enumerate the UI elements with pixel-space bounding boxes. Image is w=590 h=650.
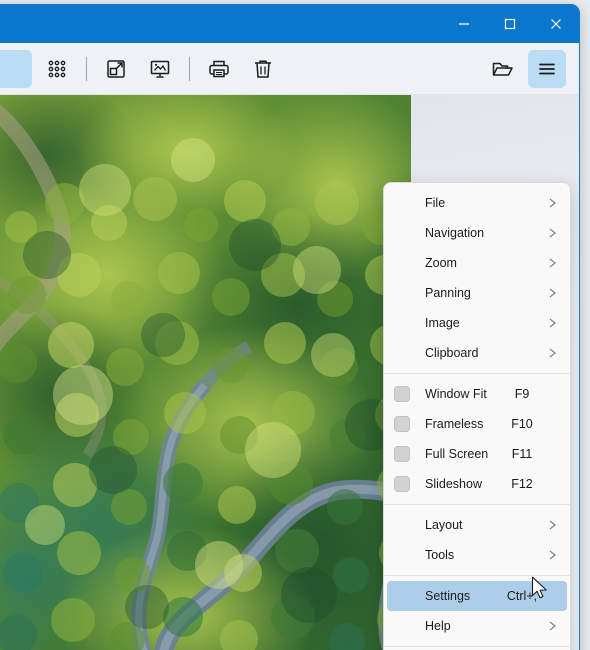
menu-item-label: Tools	[425, 548, 455, 562]
hamburger-icon	[535, 57, 559, 81]
maximize-button[interactable]	[487, 5, 533, 43]
menu-item-label: Frameless	[425, 417, 484, 431]
minimize-button[interactable]	[441, 5, 487, 43]
menu-item-help[interactable]: Help	[387, 611, 567, 641]
resize-arrow-icon	[104, 57, 128, 81]
menu-item-label: Clipboard	[425, 346, 479, 360]
chevron-right-icon	[548, 257, 557, 269]
menu-item-label: Zoom	[425, 256, 457, 270]
menu-item-label: Help	[425, 619, 451, 633]
trash-icon	[251, 57, 275, 81]
menu-item-shortcut: F11	[511, 447, 533, 461]
close-icon	[549, 17, 563, 31]
slideshow-button[interactable]	[141, 50, 179, 88]
menu-separator	[384, 373, 570, 374]
menu-separator	[384, 504, 570, 505]
presentation-image-icon	[148, 57, 172, 81]
delete-button[interactable]	[244, 50, 282, 88]
open-folder-icon	[491, 57, 515, 81]
title-bar[interactable]	[0, 5, 579, 43]
menu-item-clipboard[interactable]: Clipboard	[387, 338, 567, 368]
menu-item-panning[interactable]: Panning	[387, 278, 567, 308]
menu-item-shortcut: F9	[514, 387, 530, 401]
menu-item-label: Full Screen	[425, 447, 489, 461]
main-menu-button[interactable]	[528, 49, 566, 88]
menu-item-checkbox[interactable]	[394, 386, 410, 402]
chevron-right-icon	[548, 620, 557, 632]
menu-item-shortcut: F10	[511, 417, 533, 431]
menu-item-label: Navigation	[425, 226, 485, 240]
menu-item-tools[interactable]: Tools	[387, 540, 567, 570]
main-menu-popup[interactable]: File Navigation Zoom Panning Image Clipboard W…	[383, 182, 571, 650]
menu-item-navigation[interactable]: Navigation	[387, 218, 567, 248]
toolbar-separator-1	[86, 56, 87, 81]
toolbar-separator-2	[189, 56, 190, 81]
chevron-right-icon	[548, 287, 557, 299]
chevron-right-icon	[548, 197, 557, 209]
minimize-icon	[457, 17, 471, 31]
chevron-right-icon	[548, 227, 557, 239]
gallery-grid-button[interactable]	[38, 50, 76, 88]
chevron-right-icon	[548, 549, 557, 561]
menu-separator	[384, 575, 570, 576]
application-window: File Navigation Zoom Panning Image Clipboard W…	[0, 0, 590, 650]
menu-item-settings[interactable]: Settings Ctrl+,	[387, 581, 567, 611]
open-folder-button[interactable]	[484, 50, 522, 88]
chevron-right-icon	[548, 317, 557, 329]
maximize-icon	[503, 17, 517, 31]
menu-item-label: File	[425, 196, 446, 210]
menu-item-shortcut: Ctrl+,	[506, 589, 538, 603]
menu-item-window-fit[interactable]: Window Fit F9	[387, 379, 567, 409]
content-area: File Navigation Zoom Panning Image Clipboard W…	[0, 95, 579, 650]
chevron-right-icon	[548, 347, 557, 359]
forest-aerial-photo	[0, 95, 411, 650]
menu-item-label: Window Fit	[425, 387, 487, 401]
menu-item-label: Image	[425, 316, 460, 330]
toolbar-right-group	[481, 43, 569, 94]
toolbar-left-group	[0, 43, 285, 94]
menu-item-label: Settings	[425, 589, 471, 603]
menu-item-zoom[interactable]: Zoom	[387, 248, 567, 278]
grid-icon	[46, 58, 68, 80]
toolbar	[0, 43, 579, 95]
menu-item-label: Layout	[425, 518, 463, 532]
menu-item-slideshow[interactable]: Slideshow F12	[387, 469, 567, 499]
menu-separator	[384, 646, 570, 647]
chevron-right-icon	[548, 519, 557, 531]
menu-item-shortcut: F12	[511, 477, 533, 491]
menu-item-checkbox[interactable]	[394, 446, 410, 462]
print-button[interactable]	[200, 50, 238, 88]
menu-item-layout[interactable]: Layout	[387, 510, 567, 540]
resize-button[interactable]	[97, 50, 135, 88]
menu-item-label: Panning	[425, 286, 471, 300]
menu-item-label: Slideshow	[425, 477, 482, 491]
window-frame: File Navigation Zoom Panning Image Clipboard W…	[0, 4, 580, 650]
window-controls	[441, 5, 579, 43]
menu-item-file[interactable]: File	[387, 188, 567, 218]
menu-item-checkbox[interactable]	[394, 476, 410, 492]
printer-icon	[207, 57, 231, 81]
menu-item-full-screen[interactable]: Full Screen F11	[387, 439, 567, 469]
close-button[interactable]	[533, 5, 579, 43]
menu-item-checkbox[interactable]	[394, 416, 410, 432]
image-viewport[interactable]	[0, 95, 411, 650]
menu-item-image[interactable]: Image	[387, 308, 567, 338]
toolbar-first-button[interactable]	[0, 49, 32, 88]
menu-item-frameless[interactable]: Frameless F10	[387, 409, 567, 439]
